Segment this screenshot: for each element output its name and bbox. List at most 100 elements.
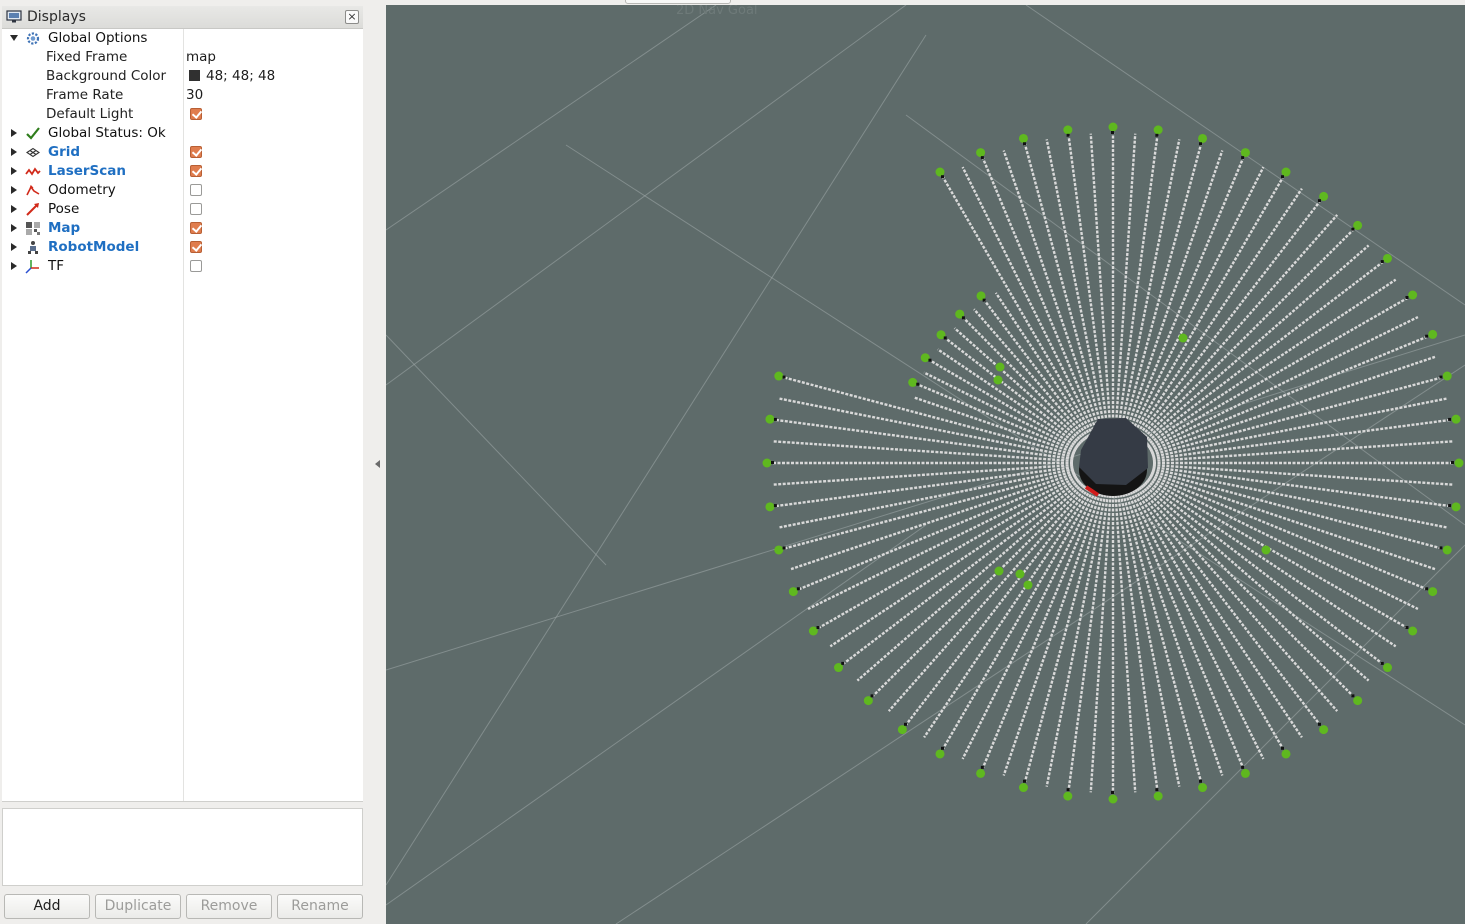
grid-line	[386, 34, 927, 886]
tree-label: Pose	[48, 201, 80, 217]
duplicate-button[interactable]: Duplicate	[95, 894, 181, 919]
laser-point	[1451, 502, 1461, 512]
tree-row-global-status[interactable]: Global Status: Ok	[2, 124, 363, 143]
tree-row-grid[interactable]: Grid	[2, 143, 363, 162]
ray-endpoint	[980, 156, 984, 160]
add-button[interactable]: Add	[4, 894, 90, 919]
collapse-panel-arrow-icon[interactable]	[375, 460, 380, 468]
pose-checkbox[interactable]	[190, 203, 202, 215]
checkmark-icon	[25, 126, 41, 141]
ray-endpoint	[1448, 417, 1452, 421]
expand-arrow-icon[interactable]	[11, 129, 17, 137]
odometry-checkbox[interactable]	[190, 184, 202, 196]
laser-point	[1442, 545, 1452, 555]
ray-endpoint	[1351, 227, 1355, 231]
ray-endpoint	[1198, 142, 1202, 146]
close-icon[interactable]: ×	[345, 10, 359, 24]
tree-row-robotmodel[interactable]: RobotModel	[2, 238, 363, 257]
property-value[interactable]: map	[186, 49, 216, 65]
map-ray	[1089, 494, 1112, 793]
laser-point	[1408, 290, 1418, 300]
robotmodel-checkbox[interactable]	[190, 241, 202, 253]
laser-point	[976, 768, 986, 778]
ray-endpoint	[773, 417, 777, 421]
ray-endpoint	[916, 382, 920, 386]
laser-point	[1281, 167, 1291, 177]
map-ray	[775, 418, 1074, 461]
ray-endpoint	[941, 175, 944, 179]
laserscan-checkbox[interactable]	[190, 165, 202, 177]
expand-arrow-icon[interactable]	[10, 35, 18, 41]
tree-row-pose[interactable]: Pose	[2, 200, 363, 219]
laser-point	[765, 502, 775, 512]
displays-panel: Displays × Global Options Fixed Frame ma…	[0, 0, 366, 924]
property-label: Background Color	[46, 68, 167, 84]
ray-endpoint	[841, 661, 845, 665]
expand-arrow-icon[interactable]	[11, 243, 17, 251]
laser-point	[1108, 794, 1118, 804]
laser-point	[1198, 133, 1208, 143]
laser-point	[808, 626, 818, 636]
ray-endpoint	[1155, 133, 1159, 137]
toolbar-button[interactable]	[625, 0, 731, 4]
remove-button[interactable]: Remove	[186, 894, 272, 919]
ray-endpoint	[980, 765, 984, 769]
tree-row-map[interactable]: Map	[2, 219, 363, 238]
map-ray	[790, 472, 1076, 571]
tree-row-global-options[interactable]: Global Options	[2, 29, 363, 48]
tree-row-odometry[interactable]: Odometry	[2, 181, 363, 200]
tree-label: RobotModel	[48, 239, 140, 255]
laser-point	[976, 148, 986, 158]
tree-row-fixed-frame[interactable]: Fixed Frame map	[2, 48, 363, 67]
expand-arrow-icon[interactable]	[11, 167, 17, 175]
laser-point	[1015, 569, 1025, 579]
expand-arrow-icon[interactable]	[11, 224, 17, 232]
grid-line	[386, 5, 907, 386]
property-value[interactable]: 30	[186, 87, 203, 103]
ray-endpoint	[1198, 779, 1202, 783]
laser-point	[1108, 122, 1118, 132]
map-ray	[773, 440, 1074, 463]
pose-arrow-icon	[25, 202, 41, 217]
ray-endpoint	[1405, 626, 1409, 629]
laser-point	[1240, 768, 1250, 778]
panel-splitter[interactable]	[2, 801, 363, 807]
3d-viewport[interactable]: 2D Nav Goal	[386, 5, 1465, 924]
rename-button[interactable]: Rename	[277, 894, 363, 919]
map-icon	[25, 221, 41, 236]
laser-point	[774, 371, 784, 381]
laser-point	[1281, 749, 1291, 759]
expand-arrow-icon[interactable]	[11, 148, 17, 156]
ray-endpoint	[1380, 260, 1384, 264]
tree-row-default-light[interactable]: Default Light	[2, 105, 363, 124]
ray-endpoint	[961, 316, 965, 320]
ray-endpoint	[782, 546, 786, 550]
ray-endpoint	[1317, 722, 1321, 726]
ray-endpoint	[870, 694, 874, 698]
ray-endpoint	[1066, 133, 1070, 137]
grid-checkbox[interactable]	[190, 146, 202, 158]
map-ray	[1114, 494, 1137, 793]
map-ray	[1151, 468, 1447, 529]
scene-canvas[interactable]	[386, 5, 1465, 924]
map-checkbox[interactable]	[190, 222, 202, 234]
tree-row-frame-rate[interactable]: Frame Rate 30	[2, 86, 363, 105]
tree-row-tf[interactable]: TF	[2, 257, 363, 276]
color-value-text: 48; 48; 48	[206, 68, 276, 84]
map-ray	[779, 397, 1075, 458]
tree-row-background-color[interactable]: Background Color 48; 48; 48	[2, 67, 363, 86]
expand-arrow-icon[interactable]	[11, 205, 17, 213]
property-value[interactable]: 48; 48; 48	[189, 68, 275, 84]
ray-endpoint	[1317, 199, 1321, 203]
tf-checkbox[interactable]	[190, 260, 202, 272]
map-ray	[1152, 440, 1453, 463]
laser-point	[1153, 791, 1163, 801]
ray-endpoint	[1023, 779, 1027, 783]
expand-arrow-icon[interactable]	[11, 186, 17, 194]
tree-row-laserscan[interactable]: LaserScan	[2, 162, 363, 181]
default-light-checkbox[interactable]	[190, 108, 202, 120]
tree-label: LaserScan	[48, 163, 127, 179]
expand-arrow-icon[interactable]	[11, 262, 17, 270]
gear-icon	[25, 31, 41, 46]
laser-point	[1353, 220, 1363, 230]
